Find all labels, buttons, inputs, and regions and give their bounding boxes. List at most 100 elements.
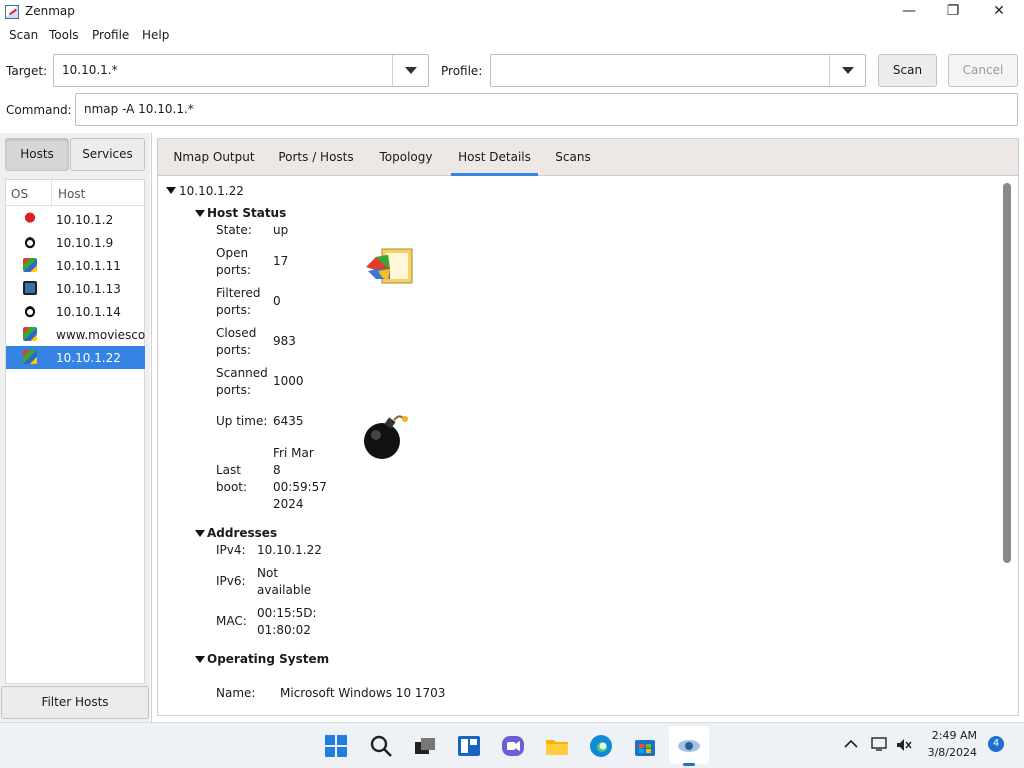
last-boot-value-2: 8 bbox=[273, 463, 281, 477]
tab-host-details[interactable]: Host Details bbox=[451, 139, 538, 176]
volume-muted-icon[interactable] bbox=[895, 737, 913, 753]
windows-icon bbox=[23, 327, 37, 341]
services-toggle-button[interactable]: Services bbox=[70, 138, 145, 171]
profile-dropdown-icon[interactable] bbox=[829, 55, 865, 86]
ipv4-value: 10.10.1.22 bbox=[257, 543, 322, 557]
tab-nmap-output[interactable]: Nmap Output bbox=[168, 139, 260, 176]
chat-icon[interactable] bbox=[501, 734, 525, 758]
host-name: 10.10.1.22 bbox=[56, 351, 121, 365]
expander-triangle-icon[interactable] bbox=[195, 656, 205, 663]
menu-bar: Scan Tools Profile Help bbox=[0, 24, 1024, 46]
details-scrollbar[interactable] bbox=[1001, 183, 1013, 711]
filter-hosts-button[interactable]: Filter Hosts bbox=[1, 686, 149, 719]
close-button[interactable]: ✕ bbox=[976, 0, 1022, 24]
command-input[interactable]: nmap -A 10.10.1.* bbox=[84, 102, 194, 116]
closed-ports-label-2: ports: bbox=[216, 343, 251, 357]
menu-profile[interactable]: Profile bbox=[92, 28, 129, 42]
host-status-heading: Host Status bbox=[207, 206, 287, 220]
uptime-value: 6435 bbox=[273, 414, 304, 428]
edge-icon[interactable] bbox=[589, 734, 613, 758]
column-host[interactable]: Host bbox=[58, 187, 85, 201]
zenmap-app-icon bbox=[5, 5, 19, 19]
scan-button[interactable]: Scan bbox=[878, 54, 937, 87]
host-name: 10.10.1.11 bbox=[56, 259, 121, 273]
bomb-uptime-icon bbox=[364, 415, 408, 459]
profile-label: Profile: bbox=[441, 64, 483, 78]
host-row[interactable]: www.moviescope bbox=[6, 323, 145, 346]
search-icon[interactable] bbox=[369, 734, 393, 758]
column-divider bbox=[51, 180, 52, 206]
target-combo[interactable]: 10.10.1.* bbox=[53, 54, 429, 87]
tab-topology[interactable]: Topology bbox=[372, 139, 440, 176]
scrollbar-thumb[interactable] bbox=[1003, 183, 1011, 563]
menu-tools[interactable]: Tools bbox=[49, 28, 79, 42]
command-label: Command: bbox=[6, 103, 72, 117]
uptime-label: Up time: bbox=[216, 414, 268, 428]
scanned-ports-label-2: ports: bbox=[216, 383, 251, 397]
mac-icon bbox=[23, 281, 37, 295]
task-view-icon[interactable] bbox=[413, 734, 437, 758]
notification-badge[interactable]: 4 bbox=[988, 736, 1004, 752]
windows-start-icon[interactable] bbox=[324, 734, 348, 758]
windows-os-icon bbox=[366, 248, 413, 284]
host-row[interactable]: 10.10.1.13 bbox=[6, 277, 145, 300]
minimize-button[interactable]: — bbox=[886, 0, 932, 24]
host-row[interactable]: 10.10.1.11 bbox=[6, 254, 145, 277]
host-row[interactable]: 10.10.1.14 bbox=[6, 300, 145, 323]
host-name: 10.10.1.13 bbox=[56, 282, 121, 296]
menu-scan[interactable]: Scan bbox=[9, 28, 38, 42]
ipv4-label: IPv4: bbox=[216, 543, 246, 557]
linux-icon bbox=[23, 235, 37, 249]
host-address-heading: 10.10.1.22 bbox=[179, 184, 244, 198]
clock-date[interactable]: 3/8/2024 bbox=[922, 746, 977, 759]
cancel-button[interactable]: Cancel bbox=[948, 54, 1018, 87]
command-field[interactable]: nmap -A 10.10.1.* bbox=[75, 93, 1018, 126]
scanned-ports-label-1: Scanned bbox=[216, 366, 268, 380]
filtered-ports-label-2: ports: bbox=[216, 303, 251, 317]
hosts-toggle-button[interactable]: Hosts bbox=[5, 138, 69, 171]
host-row-selected[interactable]: 10.10.1.22 bbox=[6, 346, 145, 369]
operating-system-heading: Operating System bbox=[207, 652, 330, 666]
host-name: 10.10.1.9 bbox=[56, 236, 114, 250]
file-explorer-icon[interactable] bbox=[545, 734, 569, 758]
linux-icon bbox=[23, 304, 37, 318]
maximize-button[interactable]: ❐ bbox=[930, 0, 976, 24]
profile-combo[interactable] bbox=[490, 54, 866, 87]
tab-ports-hosts[interactable]: Ports / Hosts bbox=[272, 139, 360, 176]
state-value: up bbox=[273, 223, 289, 237]
mac-value-1: 00:15:5D: bbox=[257, 606, 317, 620]
network-icon[interactable] bbox=[870, 736, 888, 752]
mac-value-2: 01:80:02 bbox=[257, 623, 311, 637]
expander-triangle-icon[interactable] bbox=[166, 187, 176, 194]
addresses-heading: Addresses bbox=[207, 526, 278, 540]
column-os[interactable]: OS bbox=[11, 187, 28, 201]
os-name-value: Microsoft Windows 10 1703 bbox=[280, 686, 446, 700]
host-row[interactable]: 10.10.1.2 bbox=[6, 208, 145, 231]
expander-triangle-icon[interactable] bbox=[195, 210, 205, 217]
expander-triangle-icon[interactable] bbox=[195, 530, 205, 537]
last-boot-label-1: Last bbox=[216, 463, 241, 477]
menu-help[interactable]: Help bbox=[142, 28, 169, 42]
tab-bar: Nmap Output Ports / Hosts Topology Host … bbox=[158, 139, 1018, 176]
host-name: www.moviescope bbox=[56, 328, 145, 342]
target-dropdown-icon[interactable] bbox=[392, 55, 428, 86]
widgets-icon[interactable] bbox=[457, 734, 481, 758]
last-boot-label-2: boot: bbox=[216, 480, 248, 494]
store-icon[interactable] bbox=[633, 734, 657, 758]
last-boot-value-3: 00:59:57 bbox=[273, 480, 327, 494]
pane-divider[interactable] bbox=[151, 133, 152, 723]
clock-time[interactable]: 2:49 AM bbox=[922, 729, 977, 742]
title-bar: Zenmap — ❐ ✕ bbox=[0, 0, 1024, 24]
host-name: 10.10.1.14 bbox=[56, 305, 121, 319]
closed-ports-label-1: Closed bbox=[216, 326, 257, 340]
open-ports-value: 17 bbox=[273, 254, 289, 268]
host-row[interactable]: 10.10.1.9 bbox=[6, 231, 145, 254]
zenmap-icon[interactable] bbox=[677, 734, 701, 758]
target-input[interactable]: 10.10.1.* bbox=[62, 63, 118, 77]
mac-label: MAC: bbox=[216, 614, 247, 628]
chevron-up-icon[interactable] bbox=[844, 738, 858, 750]
results-notebook: Nmap Output Ports / Hosts Topology Host … bbox=[157, 138, 1019, 716]
windows-icon bbox=[23, 350, 37, 364]
closed-ports-value: 983 bbox=[273, 334, 296, 348]
tab-scans[interactable]: Scans bbox=[548, 139, 598, 176]
